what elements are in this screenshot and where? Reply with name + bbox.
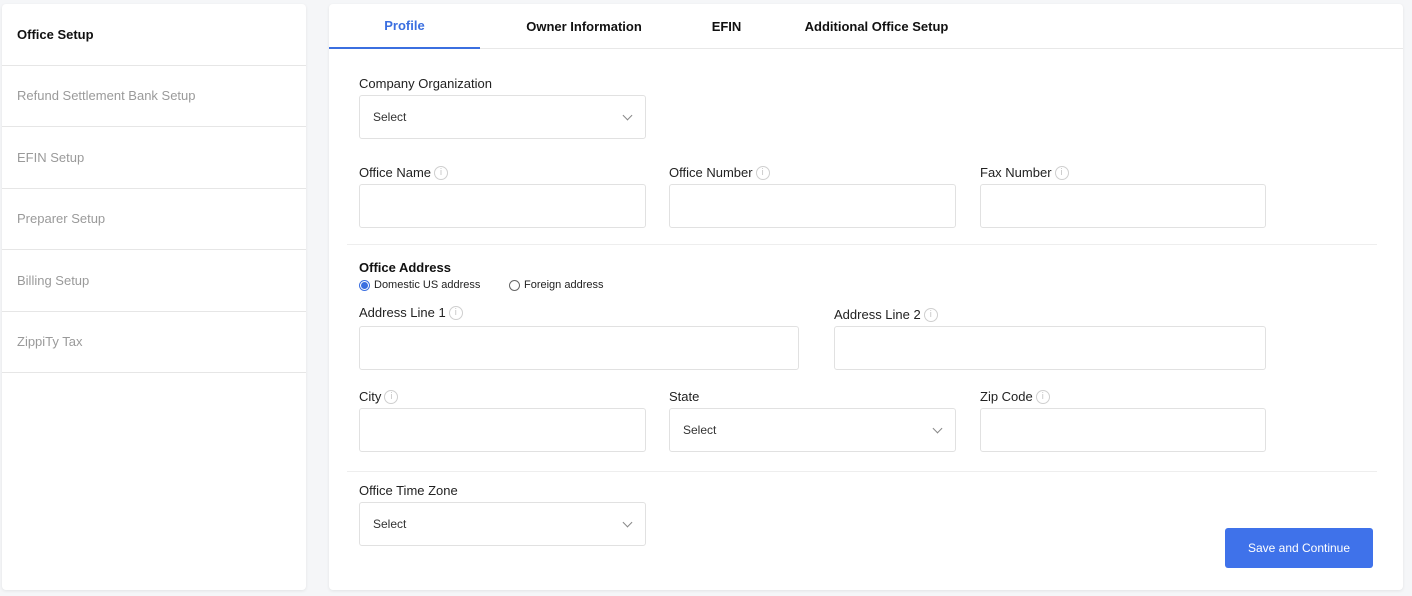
divider	[347, 244, 1377, 245]
office-address-title: Office Address	[359, 260, 451, 275]
state-select[interactable]: Select	[669, 408, 956, 452]
divider	[347, 471, 1377, 472]
info-icon[interactable]: i	[755, 165, 770, 180]
office-number-field[interactable]	[669, 184, 956, 228]
info-icon[interactable]: i	[1054, 165, 1069, 180]
sidebar-item-label: ZippiTy Tax	[17, 334, 83, 350]
radio-label: Foreign address	[524, 279, 604, 291]
info-icon[interactable]: i	[448, 305, 463, 320]
tab-profile[interactable]: Profile	[329, 4, 480, 49]
state-label: State	[669, 389, 699, 404]
zip-code-field[interactable]	[980, 408, 1266, 452]
address-line2-label: Address Line 2i	[834, 307, 938, 322]
radio-button-checked[interactable]	[359, 279, 370, 291]
info-icon[interactable]: i	[384, 389, 399, 404]
main-panel: Profile Owner Information EFIN Additiona…	[329, 4, 1403, 590]
office-name-field[interactable]	[359, 184, 646, 228]
sidebar: Office Setup Refund Settlement Bank Setu…	[2, 4, 306, 590]
info-icon[interactable]: i	[434, 165, 449, 180]
label-text: Address Line 2	[834, 307, 921, 322]
sidebar-item-office-setup[interactable]: Office Setup	[2, 4, 306, 66]
sidebar-item-billing-setup[interactable]: Billing Setup	[2, 250, 306, 312]
office-name-label: Office Name i	[359, 165, 449, 180]
chevron-down-icon	[932, 423, 943, 434]
address-line2-field[interactable]	[834, 326, 1266, 370]
sidebar-item-label: Preparer Setup	[17, 211, 106, 227]
label-text: City	[359, 389, 382, 404]
sidebar-item-label: Refund Settlement Bank Setup	[17, 88, 196, 104]
sidebar-item-preparer-setup[interactable]: Preparer Setup	[2, 189, 306, 250]
chevron-down-icon	[622, 110, 633, 121]
fax-number-field[interactable]	[980, 184, 1266, 228]
radio-domestic-us[interactable]: Domestic US address	[359, 279, 480, 291]
label-text: Office Number	[669, 165, 753, 180]
select-value: Select	[373, 110, 407, 124]
radio-label: Domestic US address	[374, 279, 481, 291]
address-line1-label: Address Line 1i	[359, 305, 463, 320]
label-text: Office Name	[359, 165, 432, 180]
sidebar-item-zippity-tax[interactable]: ZippiTy Tax	[2, 312, 306, 373]
sidebar-item-label: EFIN Setup	[17, 149, 85, 165]
tab-bar: Profile Owner Information EFIN Additiona…	[329, 4, 1403, 49]
radio-foreign-address[interactable]: Foreign address	[509, 279, 604, 291]
office-time-zone-label: Office Time Zone	[359, 483, 458, 498]
tab-additional-office-setup[interactable]: Additional Office Setup	[794, 4, 959, 49]
city-label: City i	[359, 389, 399, 404]
label-text: Address Line 1	[359, 305, 446, 320]
label-text: State	[669, 389, 700, 404]
zip-code-label: Zip Code i	[980, 389, 1050, 404]
sidebar-item-refund-settlement-bank-setup[interactable]: Refund Settlement Bank Setup	[2, 66, 306, 127]
fax-number-label: Fax Number i	[980, 165, 1069, 180]
city-field[interactable]	[359, 408, 646, 452]
tab-efin[interactable]: EFIN	[689, 4, 764, 49]
label-text: Fax Number	[980, 165, 1052, 180]
select-value: Select	[683, 423, 717, 437]
company-organization-select[interactable]: Select	[359, 95, 646, 139]
label-text: Office Time Zone	[359, 483, 458, 498]
sidebar-item-efin-setup[interactable]: EFIN Setup	[2, 127, 306, 189]
radio-button[interactable]	[509, 279, 520, 291]
sidebar-item-label: Billing Setup	[17, 272, 90, 288]
chevron-down-icon	[622, 517, 633, 528]
info-icon[interactable]: i	[1035, 389, 1050, 404]
label-text: Company Organization	[359, 76, 492, 91]
office-time-zone-select[interactable]: Select	[359, 502, 646, 546]
save-and-continue-button[interactable]: Save and Continue	[1225, 528, 1373, 568]
info-icon[interactable]: i	[923, 307, 938, 322]
address-line1-field[interactable]	[359, 326, 799, 370]
office-number-label: Office Number i	[669, 165, 770, 180]
select-value: Select	[373, 517, 407, 531]
tab-owner-information[interactable]: Owner Information	[509, 4, 659, 49]
company-organization-label: Company Organization	[359, 76, 492, 91]
label-text: Zip Code	[980, 389, 1033, 404]
sidebar-item-label: Office Setup	[17, 26, 94, 42]
